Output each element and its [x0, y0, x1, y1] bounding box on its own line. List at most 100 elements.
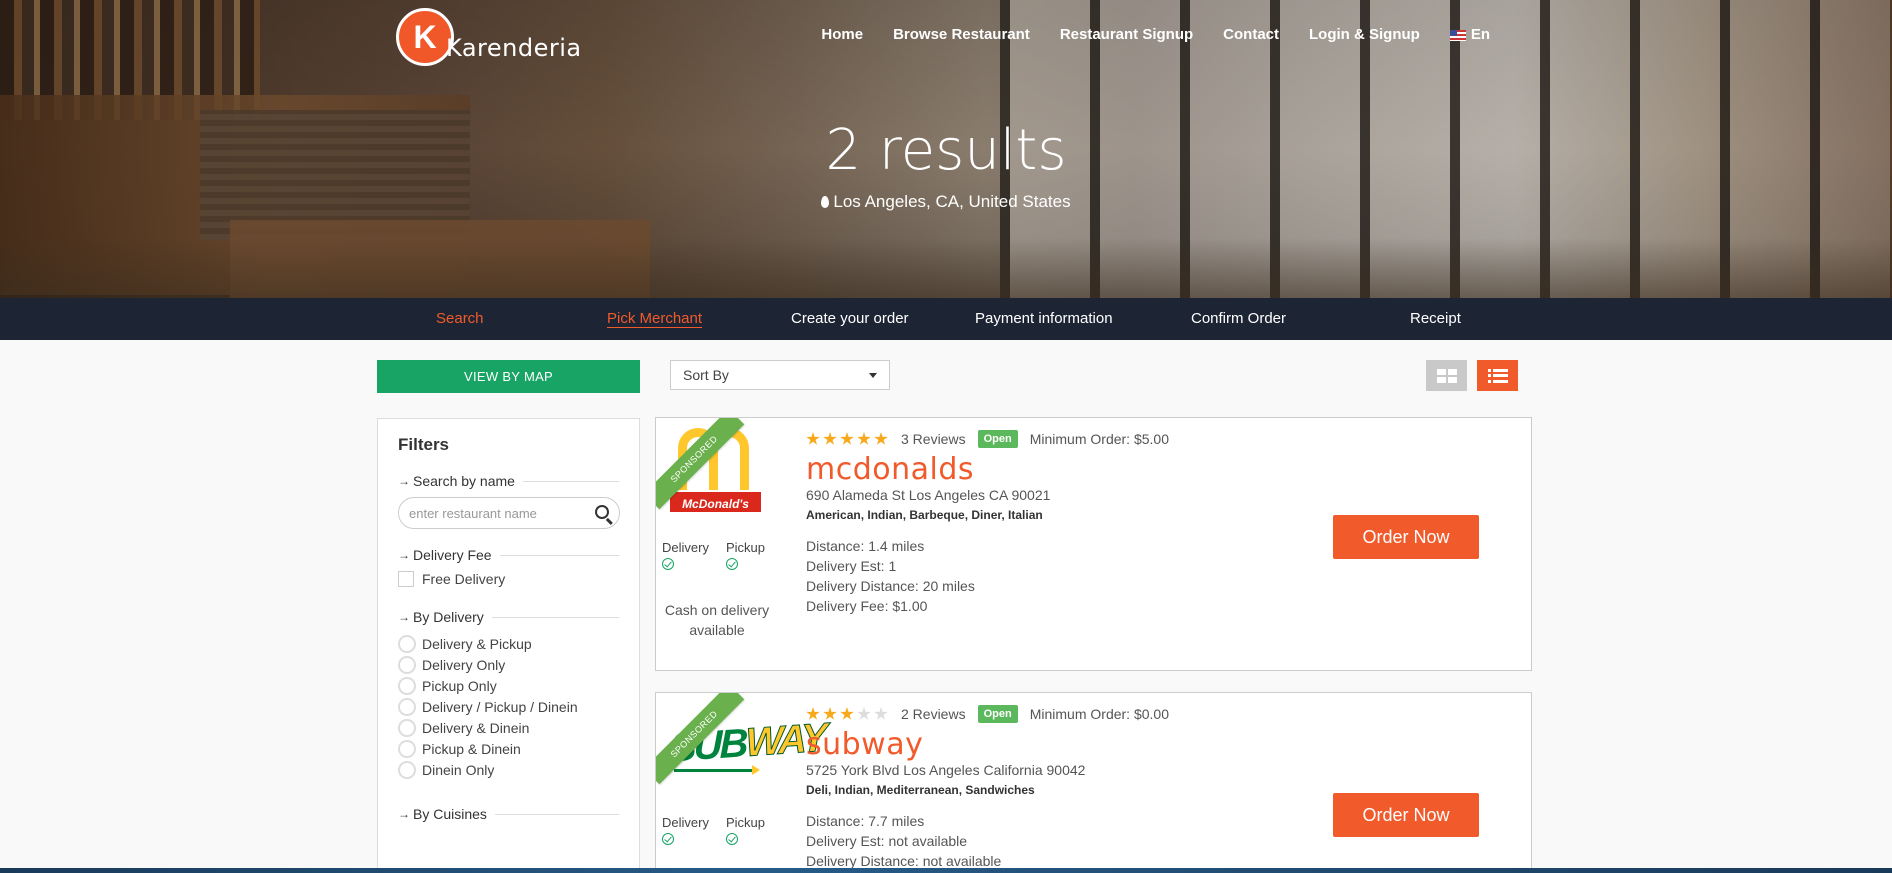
status-badge: Open — [977, 430, 1018, 448]
map-pin-icon — [821, 196, 830, 208]
nav-language[interactable]: En — [1449, 26, 1490, 43]
merchant-name[interactable]: mcdonalds — [806, 452, 1169, 487]
merchant-info: 2 Reviews Open Minimum Order: $0.00 subw… — [806, 705, 1169, 871]
hero-bg-floor — [0, 238, 1892, 298]
radio-button[interactable] — [398, 676, 416, 695]
grid-view-button[interactable] — [1426, 360, 1467, 391]
filters-panel: Filters →Search by name →Delivery Fee Fr… — [377, 418, 640, 873]
location-text: Los Angeles, CA, United States — [833, 192, 1071, 211]
step-search[interactable]: Search — [436, 310, 484, 327]
caret-down-icon — [869, 373, 877, 378]
radio-pickup-dinein[interactable]: Pickup & Dinein — [398, 738, 619, 759]
status-badge: Open — [977, 705, 1018, 723]
merchant-address: 690 Alameda St Los Angeles CA 90021 — [806, 487, 1051, 503]
sort-by-select[interactable]: Sort By — [670, 360, 890, 390]
step-confirm-order: Confirm Order — [1191, 310, 1287, 327]
radio-delivery-only[interactable]: Delivery Only — [398, 654, 619, 675]
merchant-card: SUBWAY SPONSORED Delivery Pickup 2 Revie… — [655, 692, 1532, 873]
search-icon[interactable] — [595, 505, 609, 519]
us-flag-icon — [1449, 29, 1466, 41]
radio-label: Pickup Only — [422, 677, 497, 694]
merchant-name[interactable]: subway — [806, 727, 1169, 762]
arrow-right-icon: → — [398, 474, 410, 488]
star-rating — [806, 432, 891, 446]
logo-wordmark: McDonald's — [668, 490, 763, 514]
star-rating — [806, 707, 891, 721]
nav-restaurant-signup[interactable]: Restaurant Signup — [1060, 26, 1193, 43]
divider — [522, 480, 619, 482]
radio-pickup-only[interactable]: Pickup Only — [398, 675, 619, 696]
free-delivery-option[interactable]: Free Delivery — [398, 571, 619, 587]
delivery-fee-label: Delivery Fee — [413, 547, 492, 563]
distance: Distance: 1.4 miles — [806, 538, 925, 554]
pickup-label: Pickup — [726, 540, 766, 555]
radio-button[interactable] — [398, 634, 416, 653]
divider — [491, 616, 619, 618]
radio-label: Delivery Only — [422, 656, 506, 673]
delivery-label: Delivery — [662, 540, 709, 555]
radio-button[interactable] — [398, 655, 416, 674]
delivery-indicator: Delivery — [662, 815, 709, 845]
free-delivery-label: Free Delivery — [422, 571, 506, 587]
rating-line: 2 Reviews Open Minimum Order: $0.00 — [806, 705, 1169, 723]
nav-home[interactable]: Home — [821, 26, 863, 43]
filters-title: Filters — [398, 435, 450, 454]
check-circle-icon — [662, 558, 674, 570]
review-count[interactable]: 2 Reviews — [901, 706, 966, 722]
nav-login-signup[interactable]: Login & Signup — [1309, 26, 1420, 43]
sort-by-label: Sort By — [683, 367, 729, 383]
radio-label: Delivery & Pickup — [422, 635, 532, 652]
radio-button[interactable] — [398, 697, 416, 716]
divider — [494, 813, 619, 815]
by-delivery-label: By Delivery — [413, 609, 484, 625]
order-steps-bar: Search Pick Merchant Create your order P… — [0, 298, 1892, 340]
delivery-type-options: Delivery & Pickup Delivery Only Pickup O… — [398, 633, 619, 780]
order-now-button[interactable]: Order Now — [1333, 793, 1479, 837]
review-count[interactable]: 3 Reviews — [901, 431, 966, 447]
radio-delivery-pickup-dinein[interactable]: Delivery / Pickup / Dinein — [398, 696, 619, 717]
star-icon — [857, 432, 871, 445]
list-view-button[interactable] — [1477, 360, 1518, 391]
radio-delivery-pickup[interactable]: Delivery & Pickup — [398, 633, 619, 654]
nav-contact[interactable]: Contact — [1223, 26, 1279, 43]
delivery-fee-heading: → Delivery Fee — [398, 547, 619, 563]
radio-delivery-dinein[interactable]: Delivery & Dinein — [398, 717, 619, 738]
restaurant-search-box — [398, 497, 620, 529]
grid-icon — [1436, 368, 1457, 383]
hero-banner: K Karenderia Home Browse Restaurant Rest… — [0, 0, 1892, 298]
radio-dinein-only[interactable]: Dinein Only — [398, 759, 619, 780]
radio-button[interactable] — [398, 760, 416, 779]
minimum-order: Minimum Order: $5.00 — [1029, 431, 1169, 447]
delivery-label: Delivery — [662, 815, 709, 830]
site-logo[interactable]: K Karenderia — [396, 8, 582, 66]
view-by-map-button[interactable]: VIEW BY MAP — [377, 360, 640, 393]
step-pick-merchant[interactable]: Pick Merchant — [607, 310, 702, 327]
star-icon — [840, 432, 854, 445]
arrow-right-icon: → — [398, 610, 410, 624]
merchant-delivery-details: Distance: 7.7 miles Delivery Est: not av… — [806, 811, 1169, 871]
minimum-order: Minimum Order: $0.00 — [1029, 706, 1169, 722]
radio-label: Delivery / Pickup / Dinein — [422, 698, 578, 715]
star-icon — [840, 707, 854, 720]
divider — [499, 554, 619, 556]
step-create-order: Create your order — [791, 310, 909, 327]
logo-text: Karenderia — [446, 34, 582, 62]
radio-button[interactable] — [398, 718, 416, 737]
step-payment-information: Payment information — [975, 310, 1113, 327]
free-delivery-checkbox[interactable] — [398, 571, 414, 587]
check-circle-icon — [662, 833, 674, 845]
page: K Karenderia Home Browse Restaurant Rest… — [0, 0, 1892, 873]
merchant-address: 5725 York Blvd Los Angeles California 90… — [806, 762, 1086, 778]
order-now-button[interactable]: Order Now — [1333, 515, 1479, 559]
restaurant-search-input[interactable] — [399, 498, 579, 528]
check-circle-icon — [726, 558, 738, 570]
radio-label: Pickup & Dinein — [422, 740, 521, 757]
star-icon — [806, 432, 820, 445]
search-by-name-label: Search by name — [413, 473, 515, 489]
logo-arrow — [674, 765, 760, 775]
radio-label: Delivery & Dinein — [422, 719, 530, 736]
radio-button[interactable] — [398, 739, 416, 758]
delivery-estimate: Delivery Est: 1 — [806, 558, 897, 574]
payment-note: Cash on delivery available — [664, 602, 770, 638]
nav-browse-restaurant[interactable]: Browse Restaurant — [893, 26, 1030, 43]
